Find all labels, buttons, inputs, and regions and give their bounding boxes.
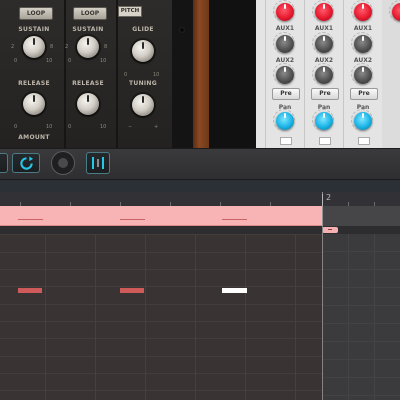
synth-panel: LOOP SUSTAIN 0 10 2 8 RELEASE 0 10 AMOUN… — [0, 0, 172, 148]
send-knob[interactable] — [312, 0, 334, 22]
mixer-channel-3: AUX1 AUX2 Pre Pan — [343, 0, 383, 148]
aux1-label: AUX1 — [314, 25, 334, 32]
tick-label: 2 — [65, 44, 69, 50]
channel-tab[interactable] — [319, 137, 331, 145]
midi-clip[interactable] — [0, 206, 322, 226]
snap-icon — [92, 157, 104, 169]
tick-label: 0 — [68, 58, 72, 64]
tick-label: 0 — [68, 124, 72, 130]
tick-label: 10 — [46, 58, 53, 64]
clip-end-line — [322, 192, 323, 400]
wood-side-panel — [193, 0, 209, 148]
tick-label: 10 — [100, 124, 107, 130]
tick-label: 0 — [14, 124, 18, 130]
grid-beat-line — [245, 234, 246, 400]
grid-beat-line — [145, 234, 146, 400]
tuning-knob[interactable] — [132, 94, 154, 116]
panel-divider — [64, 0, 66, 148]
loop-button-1[interactable]: LOOP — [19, 7, 53, 20]
overview-strip[interactable] — [0, 180, 400, 192]
grid-beat-line — [195, 234, 196, 400]
tick-label: 2 — [11, 44, 15, 50]
loop-icon — [20, 156, 34, 170]
mixer-channel-1: AUX1 AUX2 Pre Pan — [265, 0, 305, 148]
grid-beat-line — [45, 234, 46, 400]
release-knob-1[interactable] — [23, 93, 45, 115]
pre-button[interactable]: Pre — [272, 88, 300, 100]
grid-rows-outside — [322, 234, 400, 400]
glide-label: GLIDE — [132, 26, 154, 33]
loop-region-strip — [0, 226, 400, 234]
aux1-label: AUX1 — [275, 25, 295, 32]
screw-hole — [179, 27, 185, 33]
aux2-knob[interactable] — [273, 63, 295, 85]
timeline-ruler[interactable]: 2 — [0, 192, 400, 207]
tick-label: 10 — [153, 72, 160, 78]
loop-end-marker[interactable] — [322, 227, 338, 233]
clip-note-preview — [222, 219, 247, 220]
sustain-knob-2[interactable] — [77, 36, 99, 58]
aux2-knob[interactable] — [351, 63, 373, 85]
pan-knob[interactable] — [312, 109, 334, 131]
loop-button-2[interactable]: LOOP — [73, 7, 107, 20]
tick-label: − — [128, 124, 133, 130]
send-knob[interactable] — [351, 0, 373, 22]
tick-label: 0 — [124, 72, 128, 78]
channel-tab[interactable] — [358, 137, 370, 145]
channel-tab[interactable] — [280, 137, 292, 145]
aux1-knob[interactable] — [351, 32, 373, 54]
aux1-knob[interactable] — [273, 32, 295, 54]
sustain-label-1: SUSTAIN — [18, 26, 50, 33]
tick-label: 8 — [104, 44, 108, 50]
tuning-label: TUNING — [129, 80, 157, 87]
grid-beat-line — [95, 234, 96, 400]
tick-label: 8 — [50, 44, 54, 50]
midi-note[interactable] — [18, 288, 42, 293]
grid-outside-clip[interactable] — [322, 234, 400, 400]
tick-label: 0 — [14, 58, 18, 64]
pitch-section-tag: PITCH — [118, 6, 142, 17]
tick-label: + — [154, 124, 159, 130]
rack-gap — [172, 0, 193, 148]
grid-beat-line — [348, 234, 349, 400]
mixer-channel-2: AUX1 AUX2 Pre Pan — [304, 0, 344, 148]
sustain-label-2: SUSTAIN — [72, 26, 104, 33]
pre-button[interactable]: Pre — [350, 88, 378, 100]
tick-label: 10 — [100, 58, 107, 64]
empty-lane-region — [322, 206, 400, 226]
transport-button-partial[interactable] — [0, 153, 8, 173]
tick-label: 10 — [46, 124, 53, 130]
send-knob[interactable] — [273, 0, 295, 22]
pan-knob[interactable] — [273, 109, 295, 131]
loop-toggle-button[interactable] — [12, 153, 40, 173]
sustain-knob-1[interactable] — [23, 36, 45, 58]
release-label-1: RELEASE — [18, 80, 50, 87]
snap-toggle-button[interactable] — [86, 152, 110, 174]
mixer-channel-4-partial — [382, 0, 400, 148]
grid-beat-line — [374, 234, 375, 400]
panel-divider — [116, 0, 118, 148]
pan-knob[interactable] — [351, 109, 373, 131]
amount-label: AMOUNT — [18, 134, 50, 141]
pre-button[interactable]: Pre — [311, 88, 339, 100]
midi-note-selected[interactable] — [222, 288, 247, 293]
release-label-2: RELEASE — [72, 80, 104, 87]
aux1-label: AUX1 — [353, 25, 373, 32]
clip-note-preview — [18, 219, 43, 220]
release-knob-2[interactable] — [77, 93, 99, 115]
send-knob[interactable] — [389, 0, 400, 22]
rack-gap — [209, 0, 256, 148]
midi-note[interactable] — [120, 288, 144, 293]
aux2-knob[interactable] — [312, 63, 334, 85]
bar-number: 2 — [326, 193, 332, 202]
mixer-panel: AUX1 AUX2 Pre Pan AUX1 AUX2 Pre Pan AUX1… — [256, 0, 400, 148]
transport-bar — [0, 148, 400, 180]
grid-beat-line — [295, 234, 296, 400]
record-button[interactable] — [51, 151, 75, 175]
aux1-knob[interactable] — [312, 32, 334, 54]
glide-knob[interactable] — [132, 40, 154, 62]
clip-note-preview — [120, 219, 145, 220]
